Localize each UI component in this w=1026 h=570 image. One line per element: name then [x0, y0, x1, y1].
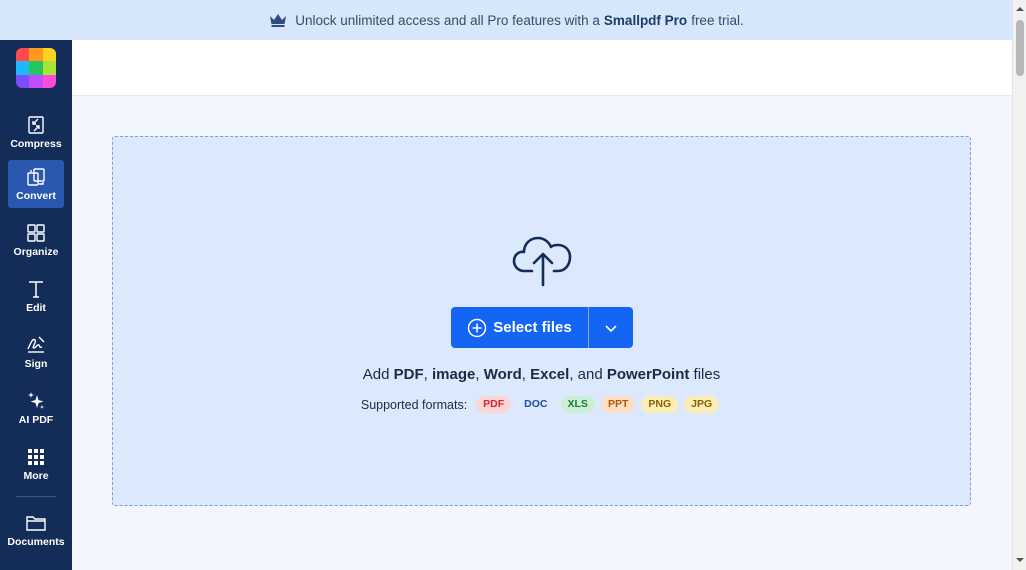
plus-circle-icon	[468, 318, 487, 337]
sidebar-item-edit[interactable]: Edit	[8, 272, 64, 320]
scroll-thumb[interactable]	[1016, 20, 1024, 76]
banner-suffix: free trial.	[691, 12, 744, 28]
signature-icon	[27, 336, 45, 353]
logo-tile	[42, 48, 56, 62]
type-word: Word	[483, 366, 522, 383]
smallpdf-logo[interactable]	[16, 48, 56, 88]
logo-tile	[29, 61, 43, 75]
top-bar	[72, 40, 1012, 96]
sidebar-item-more[interactable]: More	[8, 440, 64, 488]
scroll-up-icon[interactable]	[1016, 5, 1024, 13]
type-excel: Excel	[530, 366, 570, 383]
sidebar-item-label: Convert	[16, 190, 56, 202]
sidebar-item-label: Edit	[26, 302, 46, 314]
supported-types-text: Add PDF, image, Word, Excel, and PowerPo…	[362, 366, 721, 383]
add-suffix: files	[693, 366, 721, 383]
select-files-dropdown[interactable]	[589, 307, 633, 348]
sidebar-item-label: Sign	[24, 358, 48, 370]
sidebar-item-organize[interactable]: Organize	[8, 216, 64, 264]
vertical-scrollbar[interactable]	[1012, 0, 1026, 570]
format-badge-doc: DOC	[517, 396, 555, 413]
sidebar-item-compress[interactable]: Compress	[8, 108, 64, 156]
grid-icon	[28, 449, 44, 465]
logo-tile	[29, 74, 43, 88]
type-powerpoint: PowerPoint	[606, 366, 690, 383]
logo-tile	[16, 61, 30, 75]
type-image: image	[432, 366, 476, 383]
select-files-button[interactable]: Select files	[451, 307, 633, 348]
type-pdf: PDF	[393, 366, 424, 383]
sidebar-item-label: More	[23, 470, 49, 482]
format-badge-xls: XLS	[560, 396, 595, 413]
organize-icon	[27, 224, 45, 242]
sidebar: Compress Convert Organize Edit Sign AI P…	[0, 40, 72, 570]
convert-icon	[27, 168, 45, 186]
folder-icon	[26, 516, 46, 531]
sidebar-item-label: Organize	[13, 246, 59, 258]
compress-icon	[28, 116, 44, 134]
file-dropzone[interactable]: Select files Add PDF, image, Word, Excel…	[112, 136, 971, 506]
sparkles-icon	[28, 392, 44, 409]
banner-brand: Smallpdf Pro	[603, 12, 688, 28]
sidebar-item-convert[interactable]: Convert	[8, 160, 64, 208]
sidebar-divider	[16, 496, 56, 497]
sidebar-item-ai-pdf[interactable]: AI PDF	[8, 384, 64, 432]
scroll-down-icon[interactable]	[1016, 556, 1024, 564]
sidebar-item-label: Compress	[10, 138, 62, 150]
sidebar-item-documents[interactable]: Documents	[7, 506, 65, 554]
logo-tile	[16, 74, 30, 88]
select-files-main[interactable]: Select files	[451, 307, 589, 348]
add-prefix: Add	[362, 366, 390, 383]
sidebar-item-label: AI PDF	[18, 414, 54, 426]
sidebar-item-sign[interactable]: Sign	[8, 328, 64, 376]
format-badge-ppt: PPT	[600, 396, 636, 413]
formats-label: Supported formats:	[360, 397, 468, 412]
chevron-down-icon	[605, 324, 617, 332]
edit-text-icon	[29, 281, 43, 298]
logo-tile	[16, 48, 30, 62]
logo-tile	[42, 61, 56, 75]
promo-banner[interactable]: Unlock unlimited access and all Pro feat…	[0, 0, 1012, 40]
crown-icon	[270, 14, 287, 27]
banner-prefix: Unlock unlimited access and all Pro feat…	[295, 12, 600, 28]
format-badge-pdf: PDF	[476, 396, 512, 413]
format-badge-png: PNG	[641, 396, 679, 413]
supported-formats: Supported formats: PDF DOC XLS PPT PNG J…	[113, 396, 970, 413]
format-badge-jpg: JPG	[684, 396, 720, 413]
sidebar-item-label: Documents	[7, 536, 65, 548]
logo-tile	[42, 74, 56, 88]
select-files-label: Select files	[493, 319, 572, 336]
cloud-upload-icon	[512, 236, 572, 287]
logo-tile	[29, 48, 43, 62]
